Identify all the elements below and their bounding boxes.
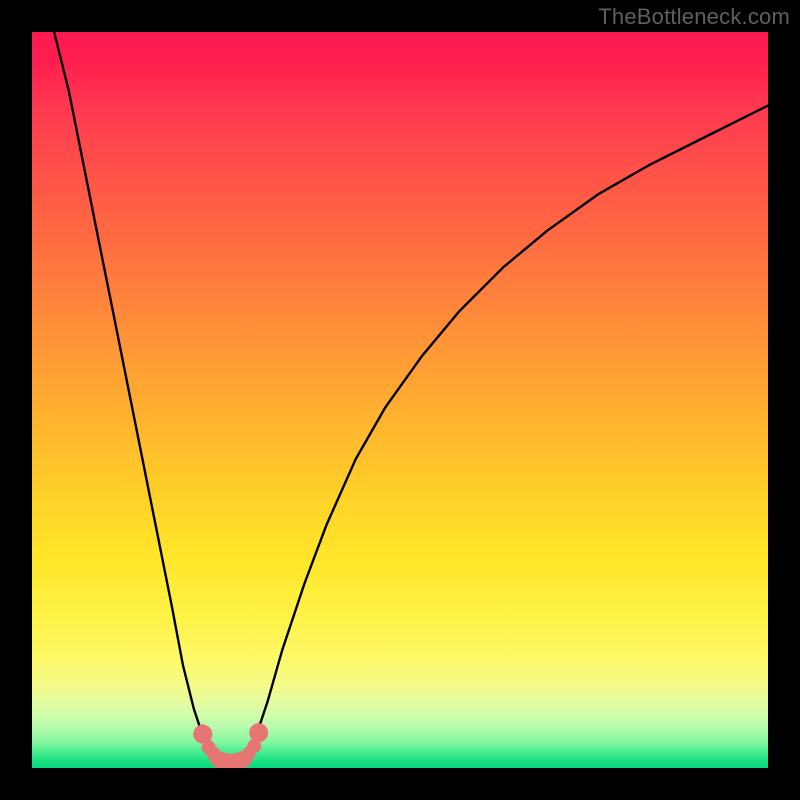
watermark-text: TheBottleneck.com bbox=[598, 4, 790, 30]
left-descending-curve bbox=[54, 32, 223, 763]
outer-black-frame: TheBottleneck.com bbox=[0, 0, 800, 800]
curves-layer bbox=[32, 32, 768, 768]
plot-area bbox=[32, 32, 768, 768]
marker-cluster-dots bbox=[193, 723, 268, 754]
marker-dot bbox=[202, 740, 216, 754]
marker-dot bbox=[247, 739, 261, 753]
right-ascending-curve bbox=[245, 106, 768, 763]
